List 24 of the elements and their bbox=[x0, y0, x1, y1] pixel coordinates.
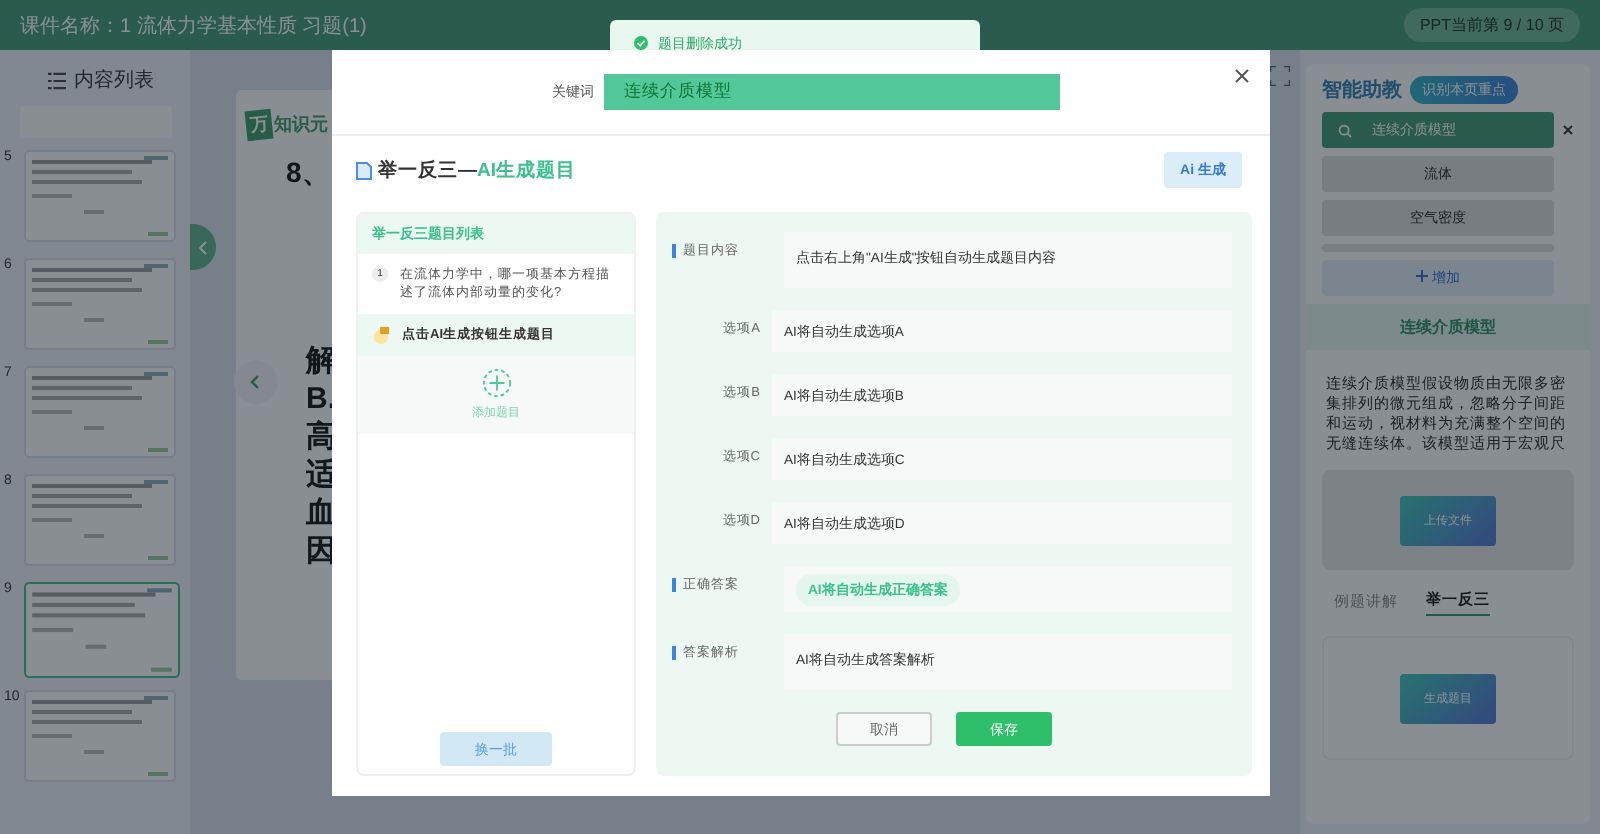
slide-text: 血 bbox=[306, 494, 336, 532]
logo-text: 知识元 bbox=[274, 112, 328, 138]
course-title: 课件名称：1 流体力学基本性质 习题(1) bbox=[20, 13, 367, 39]
collapse-button[interactable] bbox=[190, 224, 216, 270]
fullscreen-icon[interactable] bbox=[1270, 66, 1290, 86]
slide-text: B. bbox=[306, 380, 336, 418]
concept-title: 连续介质模型 bbox=[1306, 304, 1590, 350]
document-icon bbox=[356, 161, 372, 179]
logo-mark: 万 bbox=[244, 108, 274, 142]
slide-heading: 8、 bbox=[286, 156, 330, 192]
clear-button[interactable] bbox=[1562, 121, 1574, 139]
flag-icon bbox=[372, 326, 390, 344]
chevron-icon bbox=[248, 374, 264, 390]
search-icon bbox=[1338, 123, 1352, 137]
plus-icon bbox=[1416, 270, 1429, 282]
keyword-field[interactable]: 连续介质模型 bbox=[604, 74, 1060, 110]
panel-title: 内容列表 bbox=[74, 67, 154, 94]
page-indicator: PPT当前第 9 / 10 页 bbox=[1403, 8, 1580, 42]
chevron-icon bbox=[197, 240, 209, 256]
dialog-title: 举一反三—AI生成题目 bbox=[378, 157, 576, 183]
assistant-title: 智能助教 bbox=[1322, 77, 1402, 104]
slide-thumbnail[interactable] bbox=[24, 582, 180, 678]
list-icon bbox=[48, 71, 66, 89]
add-icon[interactable] bbox=[481, 368, 511, 398]
